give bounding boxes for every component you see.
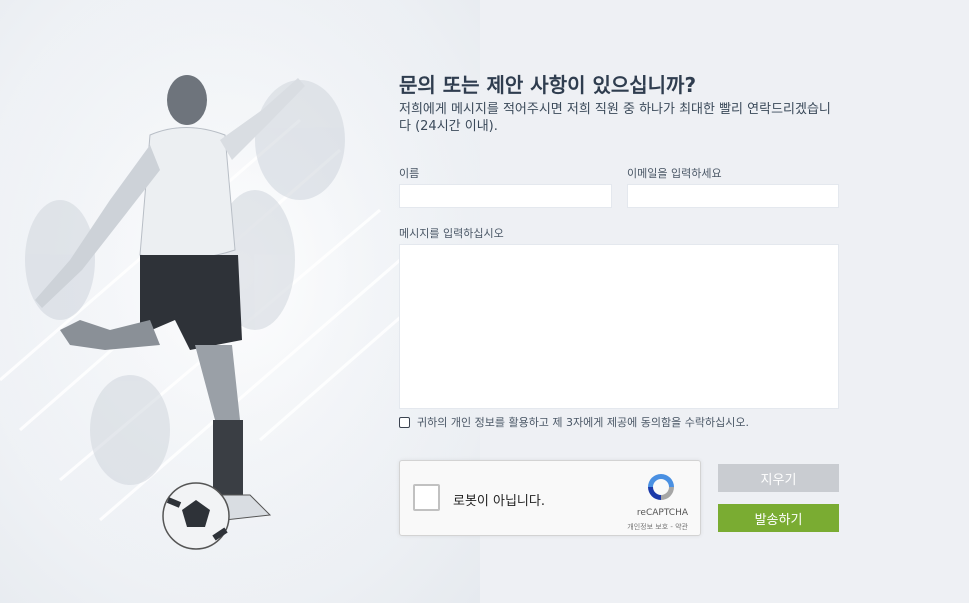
consent-row[interactable]: 귀하의 개인 정보를 활용하고 제 3자에게 제공에 동의함을 수락하십시오. xyxy=(399,414,749,430)
consent-checkbox[interactable] xyxy=(399,416,410,428)
recaptcha-terms-link[interactable]: 개인정보 보호 - 약관 xyxy=(627,522,688,532)
page-title: 문의 또는 제안 사항이 있으십니까? xyxy=(399,73,697,97)
recaptcha-label: 로봇이 아닙니다. xyxy=(453,494,545,509)
recaptcha-widget: 로봇이 아닙니다. reCAPTCHA 개인정보 보호 - 약관 xyxy=(399,460,701,536)
page-subtitle: 저희에게 메시지를 적어주시면 저희 직원 중 하나가 최대한 빨리 연락드리겠… xyxy=(399,102,831,134)
email-input[interactable] xyxy=(627,184,839,208)
recaptcha-checkbox[interactable] xyxy=(413,484,440,511)
contact-form-header: 문의 또는 제안 사항이 있으십니까? 저희에게 메시지를 적어주시면 저희 직… xyxy=(399,72,841,135)
message-label: 메시지를 입력하십시오 xyxy=(399,227,504,240)
soccer-ball-icon xyxy=(162,482,230,550)
consent-text: 귀하의 개인 정보를 활용하고 제 3자에게 제공에 동의함을 수락하십시오. xyxy=(417,416,749,429)
name-input[interactable] xyxy=(399,184,612,208)
send-button[interactable]: 발송하기 xyxy=(718,504,839,532)
clear-button[interactable]: 지우기 xyxy=(718,464,839,492)
name-label: 이름 xyxy=(399,167,420,180)
recaptcha-logo-icon xyxy=(648,474,674,500)
recaptcha-brand: reCAPTCHA xyxy=(636,508,688,518)
message-textarea[interactable] xyxy=(399,244,839,409)
email-label: 이메일을 입력하세요 xyxy=(627,167,722,180)
